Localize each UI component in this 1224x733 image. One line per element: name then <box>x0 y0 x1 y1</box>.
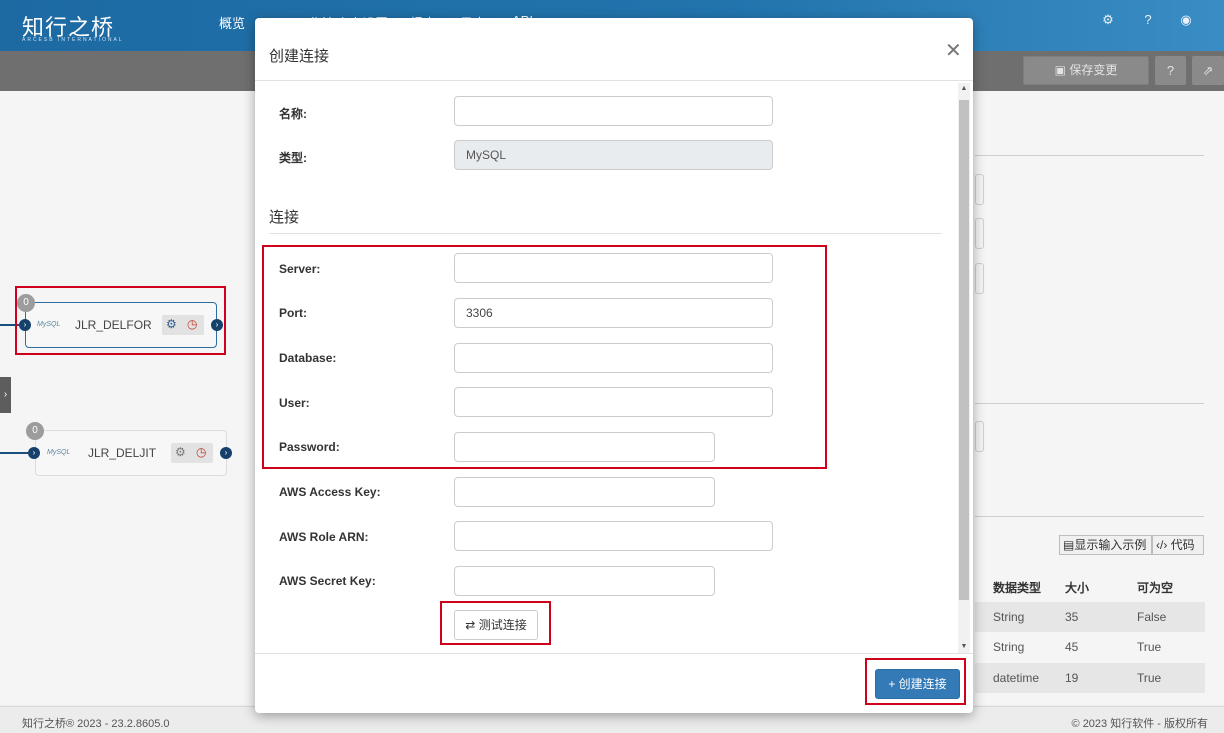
code-label: 代码 <box>1170 538 1195 552</box>
cell-nullable: True <box>1137 671 1162 685</box>
connector-line <box>0 452 28 454</box>
modal-title: 创建连接 <box>269 48 330 65</box>
divider <box>975 516 1204 517</box>
type-field: MySQL <box>454 140 773 170</box>
highlight-box <box>15 286 226 355</box>
scroll-down-icon[interactable]: ▼ <box>958 641 970 653</box>
cell-size: 45 <box>1065 640 1079 654</box>
aws-access-key-label: AWS Access Key: <box>279 485 381 499</box>
code-button[interactable]: ‹/› 代码 <box>1152 535 1204 555</box>
type-label: 类型: <box>279 151 307 165</box>
name-input[interactable] <box>454 96 773 126</box>
input-port-icon[interactable]: › <box>28 447 40 459</box>
aws-secret-key-input[interactable] <box>454 566 715 596</box>
aws-secret-key-label: AWS Secret Key: <box>279 574 376 588</box>
sidebar-toggle[interactable]: › <box>0 377 11 413</box>
divider <box>975 403 1204 404</box>
cell-type: String <box>993 610 1025 624</box>
aws-access-key-input[interactable] <box>454 477 715 507</box>
modal-body: 名称: 类型: MySQL 连接 Server: Port: 3306 Data… <box>255 81 973 653</box>
output-port-icon[interactable]: › <box>220 447 232 459</box>
show-sample-label: 显示输入示例 <box>1074 538 1147 552</box>
highlight-box <box>440 601 551 645</box>
cell-size: 19 <box>1065 671 1079 685</box>
nav-overview[interactable]: 概览 <box>219 13 245 32</box>
modal-scrollbar[interactable]: ▲ ▼ <box>958 83 970 653</box>
close-icon[interactable]: ✕ <box>945 38 962 63</box>
cell-type: datetime <box>993 671 1040 685</box>
name-label: 名称: <box>279 107 307 121</box>
create-connection-modal: 创建连接 ✕ 名称: 类型: MySQL 连接 Server: Port: 33… <box>255 18 973 713</box>
panel-input[interactable] <box>975 263 984 294</box>
highlight-box <box>865 658 966 705</box>
modal-header: 创建连接 ✕ <box>255 18 973 81</box>
aws-role-arn-label: AWS Role ARN: <box>279 530 369 544</box>
highlight-box <box>262 245 827 469</box>
scroll-up-icon[interactable]: ▲ <box>958 83 970 95</box>
divider <box>975 155 1204 156</box>
copyright-text: © 2023 知行软件 - 版权所有 <box>1071 718 1208 730</box>
modal-footer: + 创建连接 <box>255 653 973 713</box>
save-changes-button[interactable]: ▣ 保存变更 <box>1023 56 1149 85</box>
show-sample-button[interactable]: ▤显示输入示例 <box>1059 535 1152 555</box>
panel-input[interactable] <box>975 218 984 249</box>
save-changes-label: 保存变更 <box>1069 63 1118 77</box>
gear-icon[interactable]: ⚙ <box>1100 12 1116 28</box>
panel-input[interactable] <box>975 421 984 452</box>
mysql-logo-icon: MySQL <box>47 449 71 456</box>
aws-role-arn-input[interactable] <box>454 521 773 551</box>
cell-nullable: True <box>1137 640 1162 654</box>
version-text: 知行之桥® 2023 - 23.2.8605.0 <box>22 718 170 730</box>
scroll-thumb[interactable] <box>959 100 969 600</box>
cell-nullable: False <box>1137 610 1167 624</box>
node-badge: 0 <box>26 422 44 440</box>
divider <box>269 233 942 234</box>
panel-input[interactable] <box>975 174 984 205</box>
node-label: JLR_DELJIT <box>88 446 157 460</box>
column-header: 大小 <box>1065 581 1090 595</box>
help-icon[interactable]: ? <box>1140 12 1156 28</box>
section-title: 连接 <box>269 209 300 226</box>
column-header: 可为空 <box>1137 581 1174 595</box>
cell-type: String <box>993 640 1025 654</box>
external-link-icon[interactable]: ⇗ <box>1192 56 1224 85</box>
gear-icon[interactable]: ⚙ <box>175 445 186 459</box>
app-logo-subtitle: ARCESB INTERNATIONAL <box>22 37 124 43</box>
column-header: 数据类型 <box>993 581 1042 595</box>
user-icon[interactable]: ◉ <box>1178 12 1194 28</box>
cell-size: 35 <box>1065 610 1079 624</box>
clock-icon[interactable]: ◷ <box>196 445 206 459</box>
toolbar-help-button[interactable]: ? <box>1155 56 1186 85</box>
